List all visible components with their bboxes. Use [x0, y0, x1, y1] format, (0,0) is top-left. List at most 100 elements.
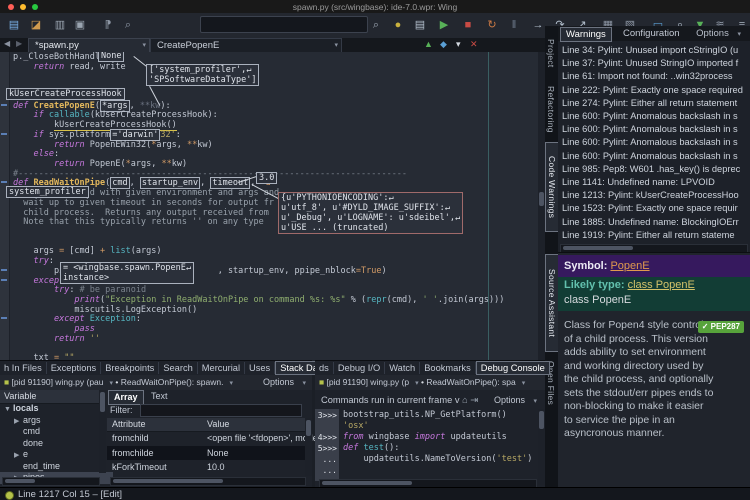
- code-line[interactable]: pass: [13, 324, 95, 334]
- code-line[interactable]: return '': [13, 334, 100, 344]
- stack-options-menu[interactable]: Options ▾: [263, 375, 306, 391]
- warnings-options-menu[interactable]: Options ▾: [691, 27, 746, 40]
- warning-row[interactable]: Line 600: Pylint: Anomalous backslash in…: [562, 123, 738, 136]
- nav-forward-icon[interactable]: ▶: [16, 39, 22, 48]
- console-frame-combo[interactable]: ReadWaitOnPipe(): spa: [426, 377, 515, 387]
- find-icon[interactable]: ⌕: [368, 17, 384, 33]
- attribute-row-kForkTimeout[interactable]: kForkTimeout10.0: [107, 460, 305, 475]
- variable-row-cmd[interactable]: cmd: [0, 426, 113, 438]
- frame-combo[interactable]: ReadWaitOnPipe(): spawn.: [121, 377, 224, 387]
- attribute-row-fromchild[interactable]: fromchild<open file '<fdopen>', mode 'r'…: [107, 431, 305, 446]
- code-line[interactable]: args = [cmd] + list(args): [13, 246, 161, 256]
- warning-row[interactable]: Line 1919: Pylint: Either all return sta…: [562, 229, 735, 242]
- tab-warnings[interactable]: Warnings: [560, 27, 612, 42]
- toolbar-search-input[interactable]: [200, 16, 368, 33]
- stop-icon[interactable]: ■: [460, 17, 476, 33]
- thread-combo[interactable]: [pid 91190] wing.py (pau: [12, 377, 104, 387]
- debug-value-env-dict[interactable]: {u'PYTHONIOENCODING':↵u'utf_8', u'#DYLD_…: [278, 192, 463, 234]
- pause-icon[interactable]: ‖: [506, 17, 522, 33]
- search-manager-icon[interactable]: ⁋: [100, 17, 116, 33]
- warning-row[interactable]: Line 222: Pylint: Exactly one space requ…: [562, 84, 743, 97]
- fold-marker-icon[interactable]: [1, 104, 7, 106]
- goto-warning-icon[interactable]: ▲: [424, 39, 433, 49]
- warning-row[interactable]: Line 1141: Undefined name: LPVOID: [562, 176, 715, 189]
- save-all-icon[interactable]: ▣: [72, 17, 88, 33]
- code-line[interactable]: wait up to given timeout in seconds for …: [13, 198, 274, 208]
- vertical-tab-source-assistant[interactable]: Source Assistant: [545, 254, 559, 352]
- warning-row[interactable]: Line 37: Pylint: Unused StringIO importe…: [562, 57, 738, 70]
- fold-marker-icon[interactable]: [1, 181, 7, 183]
- open-folder-icon[interactable]: ◪: [28, 17, 44, 33]
- menu-caret-icon[interactable]: ▾: [456, 39, 461, 50]
- save-icon[interactable]: ▥: [52, 17, 68, 33]
- vertical-tab-refactoring[interactable]: Refactoring: [545, 78, 557, 140]
- file-tab-spawn-py[interactable]: *spawn.py ▾: [28, 38, 150, 52]
- tab-search[interactable]: Search: [159, 362, 197, 374]
- grid-hscrollbar[interactable]: [110, 477, 306, 486]
- warning-row[interactable]: Line 34: Pylint: Unused import cStringIO…: [562, 44, 738, 57]
- vertical-tab-project[interactable]: Project: [545, 30, 557, 76]
- subtab-array[interactable]: Array: [108, 390, 144, 405]
- fold-marker-icon[interactable]: [1, 269, 7, 271]
- annotation-icon[interactable]: ◆: [440, 39, 447, 50]
- run-icon[interactable]: ▶: [436, 17, 452, 33]
- variable-row-args[interactable]: ▶args: [0, 415, 113, 427]
- tab-exceptions[interactable]: Exceptions: [47, 362, 101, 374]
- tab-uses[interactable]: Uses: [245, 362, 275, 374]
- console-options-menu[interactable]: Options ▾: [494, 392, 537, 410]
- close-icon[interactable]: ✕: [470, 39, 478, 50]
- code-line[interactable]: try:: [13, 256, 54, 266]
- code-line[interactable]: return PopenE(*args, **kw): [13, 159, 187, 169]
- code-line[interactable]: Note that this typically returns '' on a…: [13, 217, 264, 227]
- debug-value-none[interactable]: None: [98, 52, 124, 62]
- warning-row[interactable]: Line 1213: Pylint: kUserCreateProcessHoo: [562, 189, 739, 202]
- search-files-icon[interactable]: ⌕: [120, 17, 136, 33]
- fold-marker-icon[interactable]: [1, 279, 7, 281]
- symbol-link[interactable]: PopenE: [610, 260, 649, 272]
- console-vscrollbar[interactable]: [538, 409, 545, 485]
- tab-breakpoints[interactable]: Breakpoints: [101, 362, 159, 374]
- code-line[interactable]: else:: [13, 149, 59, 159]
- code-line[interactable]: except Exception:: [13, 314, 141, 324]
- code-line[interactable]: txt = "": [13, 353, 74, 360]
- variable-row-done[interactable]: done: [0, 438, 113, 450]
- symbol-combo[interactable]: CreatePopenE ▾: [150, 38, 342, 53]
- code-line[interactable]: try: # be paranoid: [13, 285, 146, 295]
- step-into-icon[interactable]: →: [530, 17, 546, 33]
- tab-debug-console[interactable]: Debug Console: [476, 361, 550, 375]
- tab-h-in-files[interactable]: h In Files: [0, 362, 47, 374]
- warning-row[interactable]: Line 274: Pylint: Either all return stat…: [562, 97, 737, 110]
- debug-file-icon[interactable]: ▤: [412, 17, 428, 33]
- tab-ds[interactable]: ds: [315, 362, 334, 374]
- home-icon[interactable]: ⌂: [462, 395, 468, 405]
- variable-row-e[interactable]: ▶e: [0, 449, 113, 461]
- warning-row[interactable]: Line 1885: Undefined name: BlockingIOErr: [562, 216, 739, 229]
- warning-row[interactable]: Line 1523: Pylint: Exactly one space req…: [562, 202, 738, 215]
- debug-value-pipes[interactable]: = <wingbase.spawn.PopenE↵instance>: [60, 262, 194, 284]
- debug-watch-hook[interactable]: kUserCreateProcessHook: [6, 88, 125, 100]
- clear-icon[interactable]: ⇥: [470, 395, 478, 405]
- fold-marker-icon[interactable]: [1, 133, 7, 135]
- nav-back-icon[interactable]: ◀: [4, 39, 10, 48]
- tree-vscrollbar[interactable]: [99, 390, 106, 473]
- grid-header[interactable]: Attribute Value: [107, 418, 305, 432]
- tab-watch[interactable]: Watch: [385, 362, 420, 374]
- attribute-row-fromchilde[interactable]: fromchildeNone: [107, 446, 305, 461]
- variable-column-header[interactable]: Variable: [0, 390, 103, 404]
- fold-marker-icon[interactable]: [1, 317, 7, 319]
- code-line[interactable]: return read, write: [13, 62, 126, 72]
- tab-bookmarks[interactable]: Bookmarks: [420, 362, 476, 374]
- debug-value-timeout[interactable]: 3.0: [256, 172, 277, 184]
- grid-vscrollbar[interactable]: [305, 418, 312, 476]
- filter-input[interactable]: [140, 404, 302, 417]
- tree-hscrollbar[interactable]: [2, 477, 100, 486]
- likely-type-link[interactable]: class PopenE: [628, 279, 695, 291]
- warning-row[interactable]: Line 600: Pylint: Anomalous backslash in…: [562, 136, 738, 149]
- tab-mercurial[interactable]: Mercurial: [198, 362, 245, 374]
- warning-row[interactable]: Line 600: Pylint: Anomalous backslash in…: [562, 150, 738, 163]
- warning-row[interactable]: Line 985: Pep8: W601 .has_key() is depre…: [562, 163, 740, 176]
- tab-debug-i-o[interactable]: Debug I/O: [334, 362, 385, 374]
- variable-row-locals[interactable]: ▼locals: [0, 403, 103, 415]
- code-line[interactable]: if sys.platform='darwin'32':: [13, 130, 181, 140]
- code-line[interactable]: if callable(kUserCreateProcessHook):: [13, 110, 218, 120]
